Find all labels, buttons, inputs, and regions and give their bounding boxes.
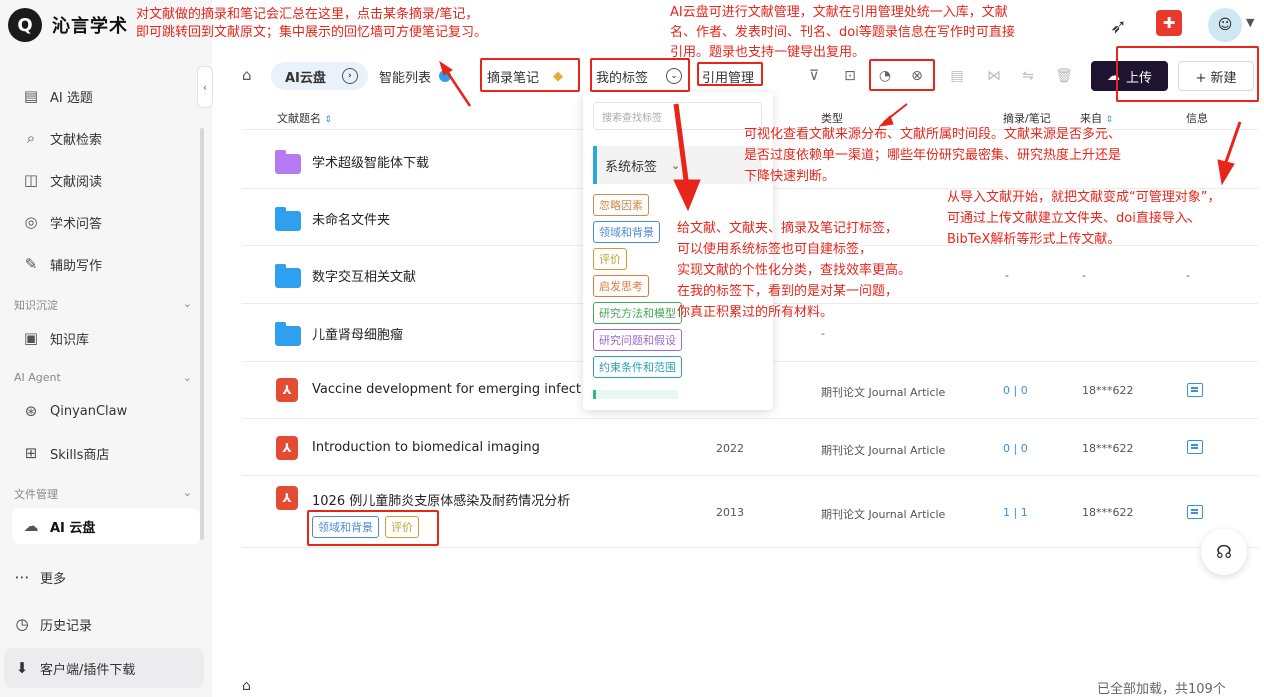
arrow-head <box>1217 159 1235 186</box>
arrow-line <box>444 69 472 107</box>
load-status: 已全部加载，共109个 <box>1097 682 1226 697</box>
home-icon[interactable]: ⌂ <box>242 678 251 694</box>
annotation-arrows <box>439 60 1242 212</box>
support-headset-icon[interactable]: ☊ <box>1201 529 1247 575</box>
arrow-head <box>439 60 453 76</box>
arrow-line <box>673 103 689 181</box>
arrow-head <box>878 115 894 127</box>
arrow-head <box>673 179 701 212</box>
arrow-line <box>1224 121 1242 163</box>
